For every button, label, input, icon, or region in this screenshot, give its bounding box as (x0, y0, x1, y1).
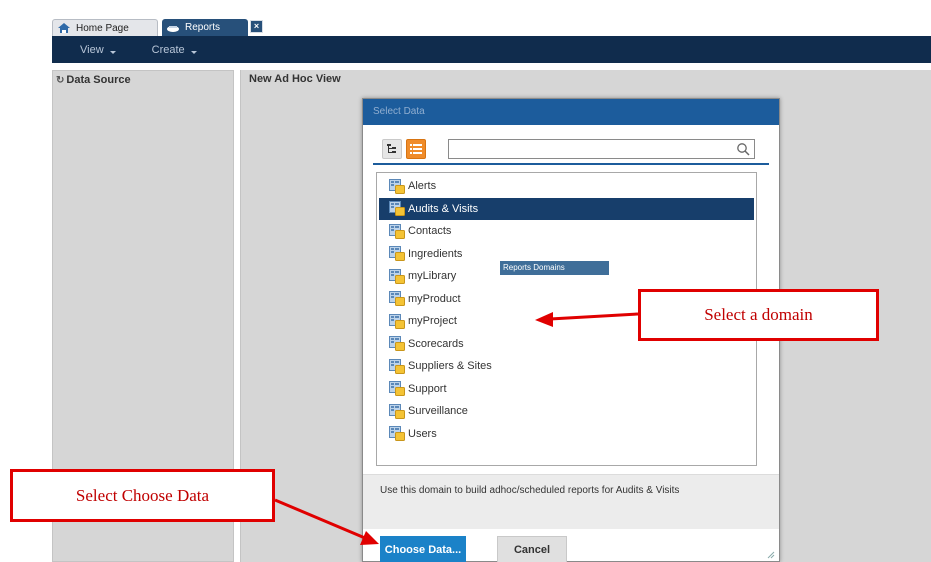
list-item-label: myProduct (408, 292, 461, 305)
tree-view-button[interactable] (382, 139, 402, 159)
list-view-icon (410, 144, 422, 154)
chevron-down-icon (109, 51, 116, 54)
refresh-icon[interactable]: ↻ (56, 75, 64, 86)
domain-description-area: Use this domain to build adhoc/scheduled… (363, 474, 779, 529)
callout-select-domain: Select a domain (638, 289, 879, 341)
search-icon[interactable] (736, 142, 750, 156)
domain-icon (389, 178, 405, 194)
domain-icon (389, 358, 405, 374)
list-item-label: myLibrary (408, 270, 457, 283)
data-source-header: ↻ Data Source (56, 74, 131, 86)
list-item-label: Ingredients (408, 247, 463, 260)
domain-icon (389, 313, 405, 329)
list-item-label: Surveillance (408, 405, 468, 418)
tab-home-page-label: Home Page (76, 22, 129, 34)
domain-description: Use this domain to build adhoc/scheduled… (380, 485, 680, 496)
list-item[interactable]: Suppliers & Sites (379, 355, 754, 378)
callout-select-choose-text: Select Choose Data (75, 485, 210, 505)
callout-select-domain-text: Select a domain (704, 305, 813, 324)
list-item[interactable]: Support (379, 378, 754, 401)
list-item[interactable]: Surveillance (379, 400, 754, 423)
list-item[interactable]: Users (379, 423, 754, 446)
list-item-label: Audits & Visits (408, 202, 479, 215)
menu-create-label: Create (151, 43, 185, 56)
list-item-label: Scorecards (408, 337, 464, 350)
list-item-label: Contacts (408, 225, 452, 238)
resize-grip-icon[interactable] (765, 549, 775, 559)
list-item-label: Alerts (408, 180, 437, 193)
domain-icon (389, 336, 405, 352)
domain-icon (389, 268, 405, 284)
home-icon (58, 23, 70, 33)
menu-create[interactable]: Create (152, 44, 197, 56)
search-field[interactable] (448, 139, 755, 159)
toolbar-divider (373, 163, 769, 165)
ad-hoc-view-title: New Ad Hoc View (249, 73, 341, 85)
tab-close-button[interactable]: × (250, 20, 263, 33)
menu-view[interactable]: View (80, 44, 116, 56)
list-item[interactable]: Alerts (379, 175, 754, 198)
choose-data-button[interactable]: Choose Data... (380, 536, 466, 562)
tab-reports-label: Reports (185, 22, 221, 33)
list-item-label: Support (408, 382, 447, 395)
chevron-down-icon (190, 51, 197, 54)
dialog-title: Select Data (363, 99, 779, 125)
reports-icon (167, 25, 179, 32)
menu-view-label: View (80, 43, 104, 56)
menu-bar: View Create (52, 36, 931, 63)
cancel-button[interactable]: Cancel (497, 536, 567, 562)
list-item-label: Suppliers & Sites (408, 360, 492, 373)
domain-icon (389, 223, 405, 239)
list-item-label: myProject (408, 315, 457, 328)
domain-icon (389, 201, 405, 217)
domain-icon (389, 381, 405, 397)
list-item[interactable]: Contacts (379, 220, 754, 243)
tab-reports[interactable]: Reports (162, 19, 248, 36)
data-source-title: Data Source (66, 74, 131, 86)
tab-home-page[interactable]: Home Page (52, 19, 158, 36)
tree-view-icon (387, 144, 396, 153)
list-item-label: Users (408, 427, 437, 440)
list-view-button[interactable] (406, 139, 426, 159)
search-input[interactable] (449, 140, 754, 158)
callout-select-choose-data: Select Choose Data (10, 469, 275, 522)
reports-domains-tooltip: Reports Domains (500, 261, 609, 275)
domain-icon (389, 291, 405, 307)
domain-icon (389, 403, 405, 419)
list-item[interactable]: Audits & Visits (379, 197, 754, 220)
domain-icon (389, 426, 405, 442)
domain-icon (389, 246, 405, 262)
